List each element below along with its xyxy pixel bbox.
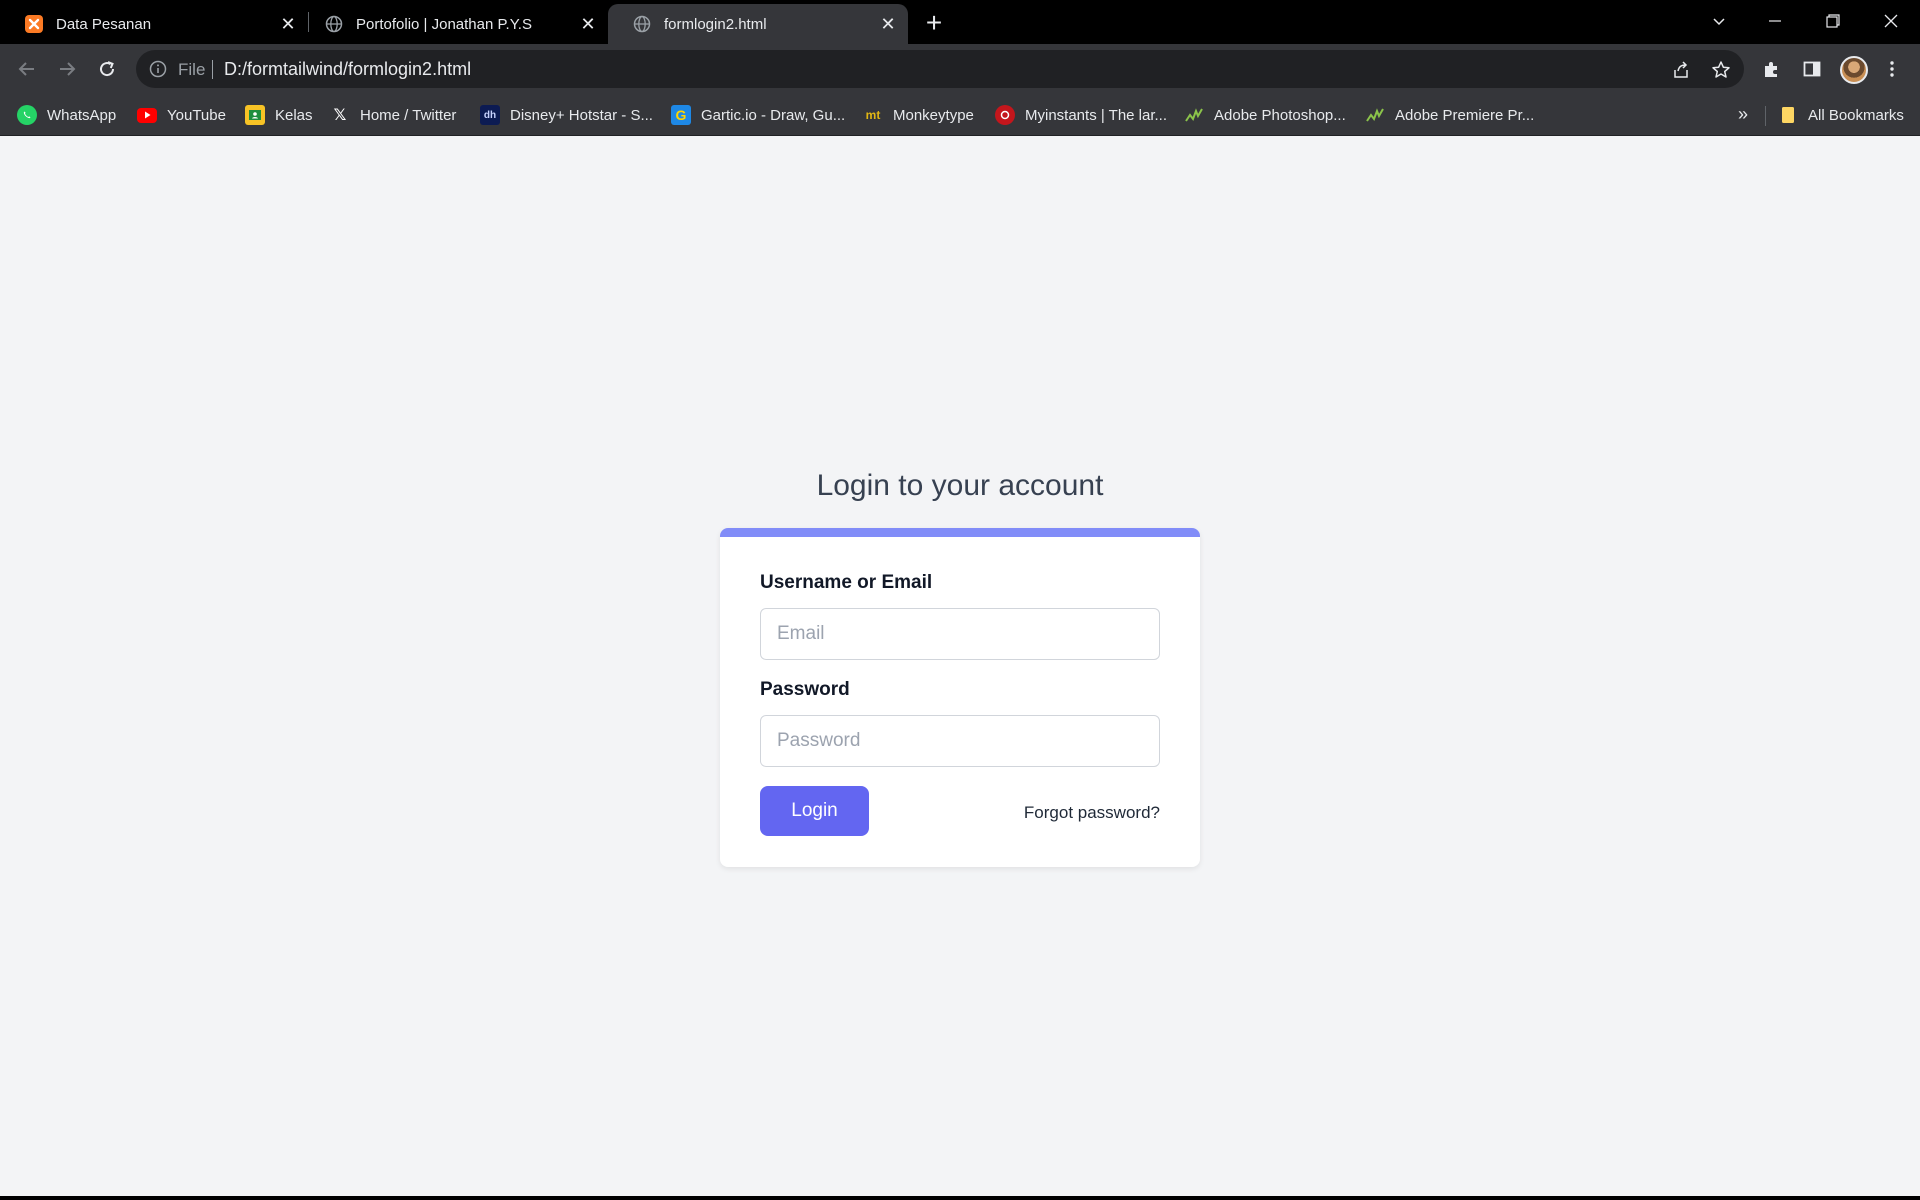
new-tab-button[interactable]: + bbox=[918, 8, 950, 40]
bookmark-label: YouTube bbox=[167, 106, 226, 124]
adobe-icon bbox=[1365, 105, 1385, 125]
username-label: Username or Email bbox=[760, 572, 933, 593]
bookmark-kelas[interactable]: Kelas bbox=[245, 104, 313, 126]
share-icon[interactable] bbox=[1670, 59, 1692, 81]
tab-data-pesanan[interactable]: Data Pesanan ✕ bbox=[0, 4, 308, 44]
url-scheme: File bbox=[178, 60, 206, 79]
tab-title: formlogin2.html bbox=[664, 15, 767, 33]
tab-search-chevron-icon[interactable] bbox=[1696, 6, 1742, 36]
bookmark-myinstants[interactable]: Myinstants | The lar... bbox=[995, 104, 1167, 126]
folder-icon bbox=[1778, 105, 1798, 125]
restore-button[interactable] bbox=[1810, 6, 1856, 36]
page-title: Login to your account bbox=[816, 469, 1104, 502]
minimize-button[interactable] bbox=[1752, 6, 1798, 36]
bookmark-adobe-premiere[interactable]: Adobe Premiere Pr... bbox=[1365, 104, 1534, 126]
gartic-icon: G bbox=[671, 105, 691, 125]
x-icon: 𝕏 bbox=[333, 107, 347, 124]
address-bar[interactable]: File D:/formtailwind/formlogin2.html bbox=[136, 50, 1744, 88]
reload-button[interactable] bbox=[91, 53, 123, 85]
bookmark-star-icon[interactable] bbox=[1710, 59, 1732, 81]
tab-title: Data Pesanan bbox=[56, 15, 152, 33]
extensions-icon[interactable] bbox=[1760, 57, 1784, 81]
bookmarks-bar: WhatsApp YouTube Kelas 𝕏 Home / Twitter … bbox=[0, 94, 1920, 136]
more-bookmarks-button[interactable]: » bbox=[1738, 104, 1748, 125]
password-label: Password bbox=[760, 679, 850, 700]
bookmark-gartic[interactable]: G Gartic.io - Draw, Gu... bbox=[671, 104, 845, 126]
info-icon[interactable] bbox=[148, 59, 168, 79]
bookmark-whatsapp[interactable]: WhatsApp bbox=[17, 104, 116, 126]
classroom-icon bbox=[245, 105, 265, 125]
bookmark-adobe-photoshop[interactable]: Adobe Photoshop... bbox=[1184, 104, 1346, 126]
youtube-icon bbox=[137, 107, 157, 123]
login-card: Username or Email Password Login Forgot … bbox=[720, 528, 1200, 867]
bookmark-hotstar[interactable]: dh Disney+ Hotstar - S... bbox=[480, 104, 653, 126]
bookmark-label: All Bookmarks bbox=[1808, 106, 1904, 124]
browser-toolbar: File D:/formtailwind/formlogin2.html bbox=[0, 44, 1920, 94]
url-text[interactable]: D:/formtailwind/formlogin2.html bbox=[224, 59, 471, 80]
url-divider bbox=[212, 60, 213, 79]
bookmark-twitter[interactable]: 𝕏 Home / Twitter bbox=[330, 104, 457, 126]
forgot-password-link[interactable]: Forgot password? bbox=[1024, 803, 1160, 823]
tab-formlogin2[interactable]: formlogin2.html ✕ bbox=[608, 4, 908, 44]
bookmark-label: Home / Twitter bbox=[360, 106, 457, 124]
globe-icon bbox=[632, 14, 652, 34]
close-icon[interactable]: ✕ bbox=[278, 14, 298, 34]
hotstar-icon: dh bbox=[480, 105, 500, 125]
monkeytype-icon: mt bbox=[865, 108, 881, 122]
bookmark-youtube[interactable]: YouTube bbox=[137, 104, 226, 126]
menu-kebab-icon[interactable] bbox=[1880, 57, 1904, 81]
globe-icon bbox=[324, 14, 344, 34]
bookmark-label: Disney+ Hotstar - S... bbox=[510, 106, 653, 124]
bookmark-label: Monkeytype bbox=[893, 106, 974, 124]
tab-title: Portofolio | Jonathan P.Y.S bbox=[356, 15, 532, 33]
forward-button[interactable] bbox=[51, 53, 83, 85]
close-window-button[interactable] bbox=[1868, 6, 1914, 36]
side-panel-icon[interactable] bbox=[1800, 57, 1824, 81]
back-button[interactable] bbox=[11, 53, 43, 85]
bookmark-label: Gartic.io - Draw, Gu... bbox=[701, 106, 846, 124]
password-field[interactable] bbox=[760, 715, 1160, 767]
adobe-icon bbox=[1184, 105, 1204, 125]
login-button[interactable]: Login bbox=[760, 786, 869, 836]
all-bookmarks-folder[interactable]: All Bookmarks bbox=[1778, 104, 1904, 126]
xampp-icon bbox=[24, 14, 44, 34]
bookmark-monkeytype[interactable]: mt Monkeytype bbox=[863, 104, 974, 126]
bookmark-label: Adobe Premiere Pr... bbox=[1395, 106, 1535, 124]
bookmark-label: Adobe Photoshop... bbox=[1214, 106, 1346, 124]
email-field[interactable] bbox=[760, 608, 1160, 660]
bottom-edge bbox=[0, 1196, 1920, 1200]
bookmarks-divider bbox=[1765, 106, 1766, 126]
close-icon[interactable]: ✕ bbox=[578, 14, 598, 34]
bookmark-label: Myinstants | The lar... bbox=[1025, 106, 1168, 124]
bookmark-label: WhatsApp bbox=[47, 106, 117, 124]
whatsapp-icon bbox=[17, 105, 37, 125]
title-bar: Data Pesanan ✕ Portofolio | Jonathan P.Y… bbox=[0, 0, 1920, 44]
close-icon[interactable]: ✕ bbox=[878, 14, 898, 34]
myinstants-icon bbox=[995, 105, 1015, 125]
card-accent-bar bbox=[720, 528, 1200, 537]
tab-portofolio[interactable]: Portofolio | Jonathan P.Y.S ✕ bbox=[300, 4, 608, 44]
bookmark-label: Kelas bbox=[275, 106, 313, 124]
profile-avatar[interactable] bbox=[1840, 56, 1868, 84]
